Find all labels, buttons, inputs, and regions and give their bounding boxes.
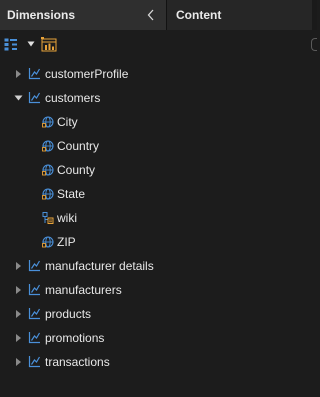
attribute-label: ZIP: [57, 235, 76, 249]
expand-arrow-icon[interactable]: [14, 333, 23, 343]
caret-down-icon: [27, 41, 35, 47]
tree-row-county[interactable]: County: [0, 158, 317, 182]
tree-row-city[interactable]: City: [0, 110, 317, 134]
chevron-left-icon: [147, 9, 154, 21]
attribute-label: County: [57, 163, 96, 177]
dimensions-panel: Dimensions Content customerProfile custo…: [0, 0, 317, 397]
panel-edge-control[interactable]: [311, 38, 317, 51]
collapse-arrow-icon[interactable]: [14, 93, 23, 103]
dimension-tree: customerProfile customers City Country C…: [0, 62, 317, 374]
globe-icon: [42, 236, 54, 248]
tree-row-promotions[interactable]: promotions: [0, 326, 317, 350]
dimension-icon: [28, 356, 41, 368]
hierarchy-view-button[interactable]: [4, 38, 18, 51]
expand-arrow-icon[interactable]: [14, 285, 23, 295]
panel-header: Dimensions Content: [0, 0, 317, 30]
tab-dimensions-label: Dimensions: [7, 8, 76, 22]
dimension-icon: [28, 284, 41, 296]
expand-arrow-icon[interactable]: [14, 261, 23, 271]
tab-content[interactable]: Content: [167, 0, 317, 30]
tree-row-state[interactable]: State: [0, 182, 317, 206]
dimension-label: transactions: [45, 355, 110, 369]
panel-edge: [312, 0, 317, 30]
dimension-label: customers: [45, 91, 101, 105]
globe-icon: [42, 164, 54, 176]
tree-row-country[interactable]: Country: [0, 134, 317, 158]
expand-arrow-icon[interactable]: [14, 69, 23, 79]
tree-row-customerprofile[interactable]: customerProfile: [0, 62, 317, 86]
attribute-label: State: [57, 187, 86, 201]
measures-view-button[interactable]: [41, 37, 57, 52]
attribute-label: City: [57, 115, 78, 129]
globe-icon: [42, 116, 54, 128]
dimension-icon: [28, 308, 41, 320]
dimension-icon: [28, 260, 41, 272]
chart-table-icon: [41, 37, 57, 52]
expand-arrow-icon[interactable]: [14, 357, 23, 367]
view-dropdown-button[interactable]: [27, 40, 35, 48]
hierarchy-icon: [4, 38, 17, 51]
globe-icon: [42, 140, 54, 152]
tree-row-manufacturers[interactable]: manufacturers: [0, 278, 317, 302]
dimension-label: customerProfile: [45, 67, 129, 81]
tree-row-products[interactable]: products: [0, 302, 317, 326]
tab-dimensions[interactable]: Dimensions: [0, 0, 166, 30]
toolbar: [0, 30, 317, 58]
dimension-label: manufacturers: [45, 283, 122, 297]
expand-arrow-icon[interactable]: [14, 309, 23, 319]
dimension-icon: [28, 332, 41, 344]
dimension-label: promotions: [45, 331, 105, 345]
tree-row-customers[interactable]: customers: [0, 86, 317, 110]
tree-row-transactions[interactable]: transactions: [0, 350, 317, 374]
tab-content-label: Content: [176, 8, 222, 22]
text-attribute-icon: [42, 212, 54, 224]
collapse-panel-button[interactable]: [143, 6, 159, 24]
dimension-icon: [28, 92, 41, 104]
dimension-label: manufacturer details: [45, 259, 154, 273]
dimension-label: products: [45, 307, 92, 321]
tree-row-manufacturer-details[interactable]: manufacturer details: [0, 254, 317, 278]
attribute-label: wiki: [57, 211, 77, 225]
tree-row-wiki[interactable]: wiki: [0, 206, 317, 230]
tree-row-zip[interactable]: ZIP: [0, 230, 317, 254]
globe-icon: [42, 188, 54, 200]
dimension-icon: [28, 68, 41, 80]
attribute-label: Country: [57, 139, 100, 153]
